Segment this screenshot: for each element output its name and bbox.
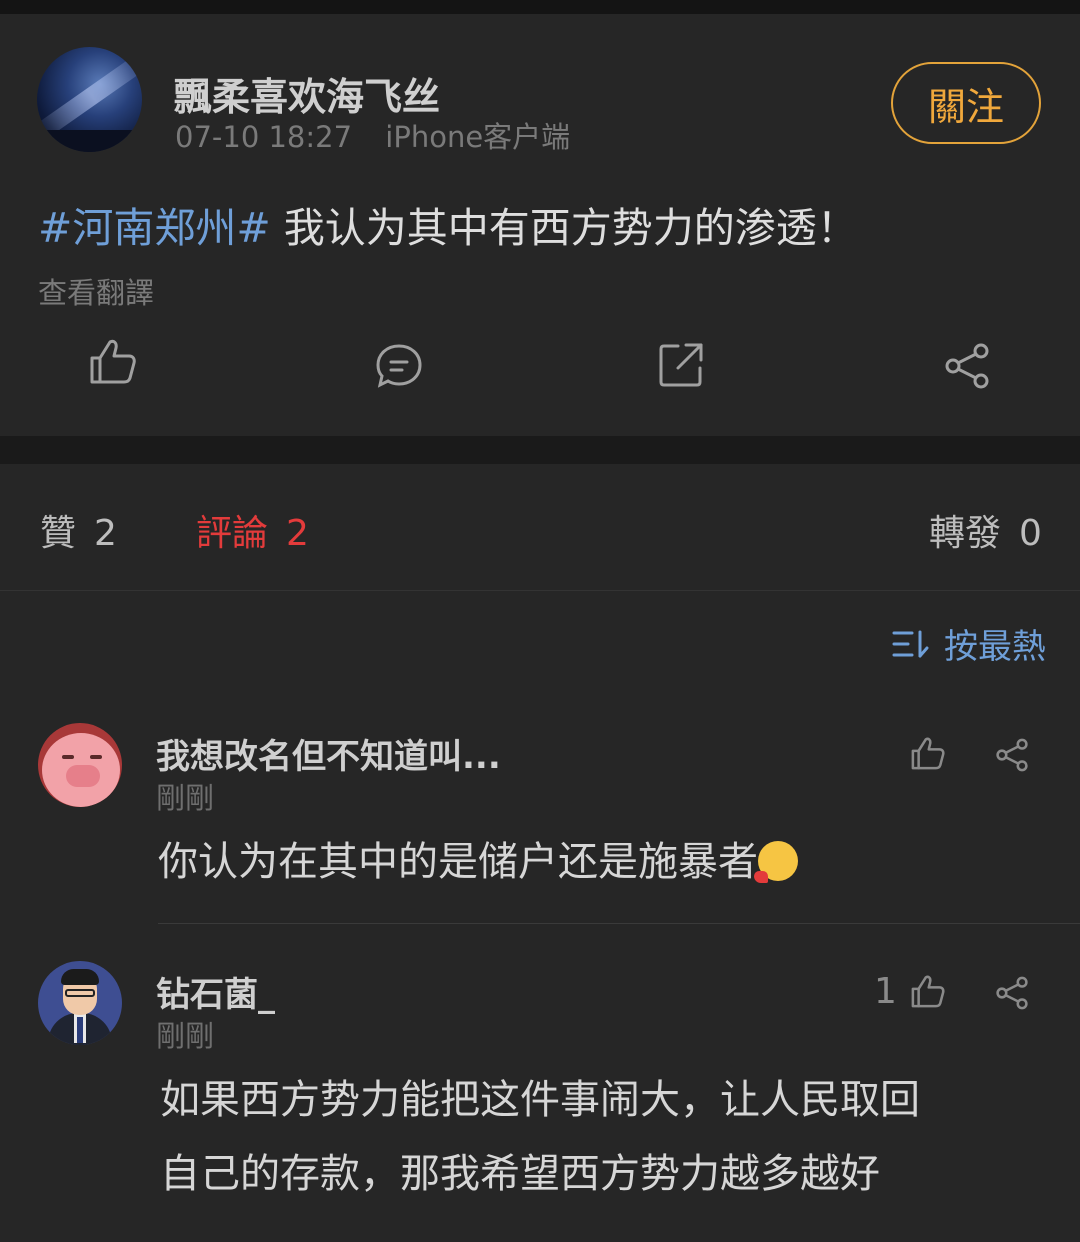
reposts-label: 轉發 [929,513,1002,554]
avatar-hair [61,969,99,985]
comments-tab[interactable]: 評論 2 [196,504,309,556]
post-body: 我认为其中有西方势力的渗透！ [270,204,858,252]
comment-like-icon[interactable] [910,735,946,771]
comment-time: 剛剛 [156,1019,215,1053]
section-gap [0,436,1080,464]
avatar-milkyway [37,51,142,141]
avatar-tie [77,1017,83,1043]
comments-section: 按最熱 我想改名但不知道叫... 剛剛 你认为在其中的是储户还是施暴者 钻石菌_… [0,591,1080,1242]
comment-share-icon[interactable] [994,737,1030,773]
post-card: 飄柔喜欢海飞丝 07-10 18:27 iPhone客户端 關注 #河南郑州# … [0,14,1080,436]
reposts-count: 0 [1019,513,1042,554]
sort-icon [892,630,929,657]
comment-author[interactable]: 钻石菌_ [156,967,275,1016]
author-avatar[interactable] [37,47,142,152]
repost-icon[interactable] [658,342,704,388]
pig-snout [66,765,100,787]
sort-label: 按最熱 [944,627,1046,667]
follow-button[interactable]: 關注 [891,62,1041,144]
likes-label: 贊 [40,513,77,554]
avatar-glasses [65,989,95,997]
comments-count: 2 [286,513,309,554]
post-meta: 07-10 18:27 iPhone客户端 [175,114,570,156]
likes-count: 2 [94,513,117,554]
comment-text-line: 自己的存款，那我希望西方势力越多越好 [160,1151,880,1197]
share-icon[interactable] [942,341,992,391]
comment-share-icon[interactable] [994,975,1030,1011]
avatar-ground [37,130,142,152]
post-client: iPhone客户端 [385,120,571,154]
comment-avatar[interactable] [38,961,122,1045]
blush-heart-emoji-icon [754,841,798,883]
post-time: 07-10 18:27 [175,120,353,154]
post-text: #河南郑州# 我认为其中有西方势力的渗透！ [38,194,858,254]
comment-like-icon[interactable] [910,973,946,1009]
translate-link[interactable]: 查看翻譯 [38,270,154,312]
comment-text: 如果西方势力能把这件事闹大，让人民取回 自己的存款，那我希望西方势力越多越好 [160,1063,920,1211]
author-name[interactable]: 飄柔喜欢海飞丝 [174,66,440,121]
hashtag-link[interactable]: #河南郑州# [38,204,271,252]
sort-button[interactable]: 按最熱 [892,619,1046,668]
comment-text-line: 如果西方势力能把这件事闹大，让人民取回 [160,1077,920,1123]
comment-text-body: 你认为在其中的是储户还是施暴者 [158,839,758,885]
comment-icon[interactable] [375,342,423,390]
comment-text: 你认为在其中的是储户还是施暴者 [158,825,798,899]
comment-avatar[interactable] [38,723,122,807]
stats-bar: 贊2 評論 2 轉發 0 [0,464,1080,591]
top-strip [0,0,1080,14]
comment-like-count: 1 [874,971,897,1012]
like-icon[interactable] [88,336,138,386]
comment-divider [158,923,1080,924]
reposts-tab[interactable]: 轉發 0 [929,504,1042,556]
comments-label: 評論 [196,513,269,554]
comment-time: 剛剛 [156,781,215,815]
pig-eye [90,755,102,759]
pig-eye [62,755,74,759]
comment-author[interactable]: 我想改名但不知道叫... [156,729,501,778]
likes-tab[interactable]: 贊2 [40,504,117,556]
